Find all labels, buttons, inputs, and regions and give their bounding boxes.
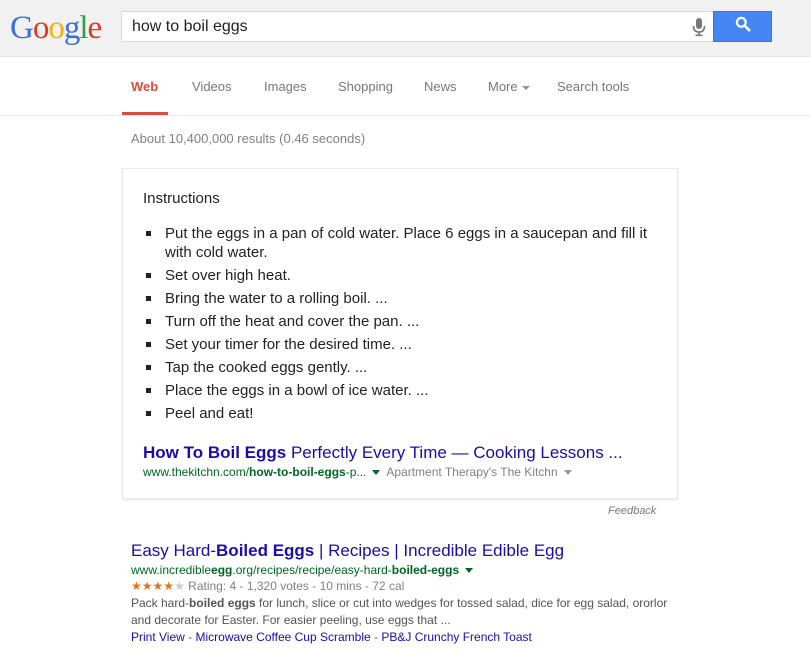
result-rating: ★★★★★ Rating: 4 - 1,320 votes - 10 mins … bbox=[131, 578, 671, 595]
list-item: Set your timer for the desired time. ... bbox=[146, 335, 665, 354]
tab-news[interactable]: News bbox=[424, 79, 457, 94]
logo-letter: g bbox=[63, 10, 80, 46]
microphone-icon[interactable] bbox=[691, 17, 707, 37]
result-url-pre: www.incredible bbox=[131, 563, 212, 577]
result-title-bold: Boiled Eggs bbox=[216, 541, 315, 560]
result-url-bold: boiled-eggs bbox=[391, 563, 460, 577]
star-filled-icon: ★ bbox=[163, 579, 175, 593]
snippet-pre: Pack hard- bbox=[131, 596, 190, 610]
tab-images[interactable]: Images bbox=[264, 79, 307, 94]
tab-web[interactable]: Web bbox=[131, 79, 158, 94]
search-input[interactable] bbox=[132, 12, 672, 41]
tab-videos[interactable]: Videos bbox=[192, 79, 232, 94]
chevron-down-icon[interactable] bbox=[372, 469, 381, 475]
list-item: Peel and eat! bbox=[146, 404, 665, 423]
list-item: Place the eggs in a bowl of ice water. .… bbox=[146, 381, 665, 400]
result-url-bold: egg bbox=[211, 563, 233, 577]
card-url-prefix: www.thekitchn.com/ bbox=[143, 465, 250, 479]
logo-letter: o bbox=[32, 10, 49, 46]
list-item: Tap the cooked eggs gently. ... bbox=[146, 358, 665, 377]
search-result: Easy Hard-Boiled Eggs | Recipes | Incred… bbox=[131, 540, 671, 646]
chevron-down-icon[interactable] bbox=[563, 470, 572, 476]
top-bar: Google bbox=[0, 0, 811, 57]
card-url: www.thekitchn.com/how-to-boil-eggs-p... A… bbox=[143, 465, 572, 479]
search-icon bbox=[735, 16, 751, 37]
card-url-suffix: -p... bbox=[345, 465, 367, 479]
instructions-list: Put the eggs in a pan of cold water. Pla… bbox=[146, 224, 665, 427]
feedback-link[interactable]: Feedback bbox=[608, 505, 656, 517]
sitelink[interactable]: PB&J Crunchy French Toast bbox=[381, 630, 532, 644]
card-source-name: Apartment Therapy's The Kitchn bbox=[386, 465, 558, 479]
result-title-pre: Easy Hard- bbox=[131, 541, 217, 560]
star-filled-icon: ★ bbox=[131, 579, 142, 593]
card-title-rest: Perfectly Every Time — Cooking Lessons .… bbox=[286, 443, 623, 462]
result-snippet: Pack hard-boiled eggs for lunch, slice o… bbox=[131, 595, 671, 629]
logo-letter: G bbox=[10, 10, 34, 46]
sitelink[interactable]: Microwave Coffee Cup Scramble bbox=[195, 630, 370, 644]
answer-card: Instructions Put the eggs in a pan of co… bbox=[122, 168, 678, 499]
sitelinks: Print View - Microwave Coffee Cup Scramb… bbox=[131, 630, 532, 644]
result-title-link[interactable]: Easy Hard-Boiled Eggs | Recipes | Incred… bbox=[131, 540, 671, 562]
tab-more-label: More bbox=[488, 79, 518, 94]
results-stats: About 10,400,000 results (0.46 seconds) bbox=[131, 131, 366, 146]
card-title-bold: How To Boil Eggs bbox=[143, 443, 287, 462]
tab-shopping[interactable]: Shopping bbox=[338, 79, 393, 94]
search-tabs: Web Videos Images Shopping News More Sea… bbox=[0, 57, 811, 116]
google-logo[interactable]: Google bbox=[10, 10, 103, 46]
tab-search-tools[interactable]: Search tools bbox=[557, 79, 629, 94]
star-filled-icon: ★ bbox=[152, 579, 164, 593]
card-heading: Instructions bbox=[143, 190, 220, 207]
result-url: www.incredibleegg.org/recipes/recipe/eas… bbox=[131, 562, 671, 578]
sitelink[interactable]: Print View bbox=[131, 630, 185, 644]
rating-text: Rating: 4 - 1,320 votes - 10 mins - 72 c… bbox=[188, 579, 405, 593]
tab-more[interactable]: More bbox=[488, 79, 530, 94]
star-empty-icon: ★ bbox=[174, 579, 185, 593]
chevron-down-icon[interactable] bbox=[465, 567, 474, 573]
search-button[interactable] bbox=[713, 11, 772, 42]
active-tab-indicator bbox=[122, 112, 168, 115]
result-url-mid: .org/recipes/recipe/easy-hard- bbox=[232, 563, 392, 577]
list-item: Bring the water to a rolling boil. ... bbox=[146, 289, 665, 308]
logo-letter: e bbox=[87, 10, 103, 46]
card-url-bold: how-to-boil-eggs bbox=[249, 465, 346, 479]
list-item: Put the eggs in a pan of cold water. Pla… bbox=[146, 224, 665, 262]
result-title-post: | Recipes | Incredible Edible Egg bbox=[314, 541, 565, 560]
chevron-down-icon bbox=[521, 85, 530, 90]
logo-letter: o bbox=[48, 10, 64, 46]
list-item: Set over high heat. bbox=[146, 266, 665, 285]
logo-letter: l bbox=[79, 10, 88, 46]
snippet-bold: boiled eggs bbox=[189, 596, 256, 610]
star-filled-icon: ★ bbox=[141, 579, 153, 593]
card-source-link[interactable]: How To Boil Eggs Perfectly Every Time — … bbox=[143, 443, 623, 463]
star-rating: ★★★★★ bbox=[131, 579, 185, 593]
search-box bbox=[121, 11, 713, 42]
list-item: Turn off the heat and cover the pan. ... bbox=[146, 312, 665, 331]
